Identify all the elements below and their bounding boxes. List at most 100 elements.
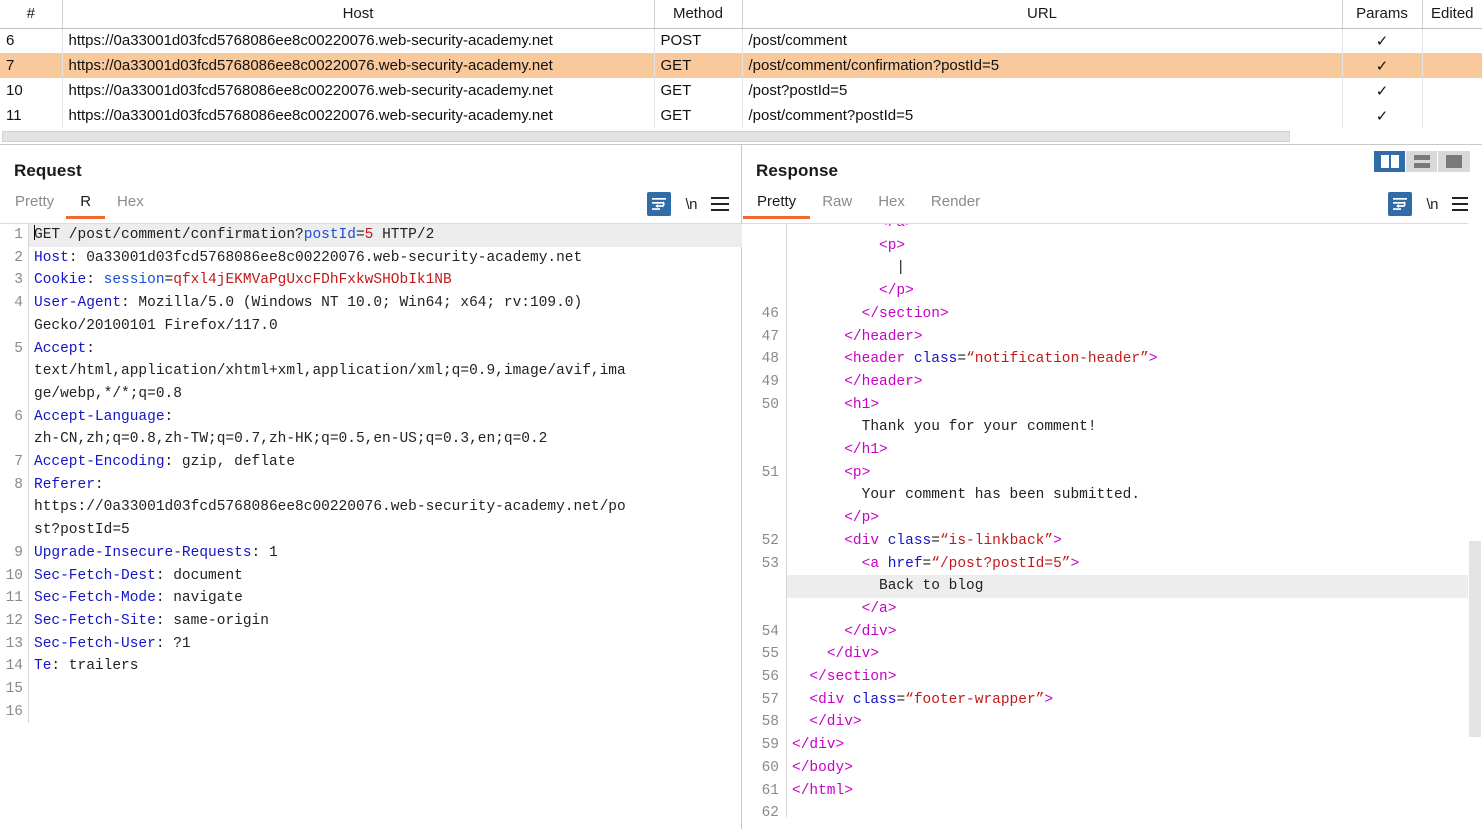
code-token: Accept-Language [34,409,165,425]
layout-side-by-side-button[interactable] [1374,151,1406,172]
code-token: </a> [879,224,914,231]
code-token: > [1044,692,1053,708]
code-token: postId [304,227,356,243]
code-text: </html> [786,780,1482,803]
code-text: st?postId=5 [28,519,742,542]
layout-single-button[interactable] [1438,151,1470,172]
code-token: zh-CN,zh;q=0.8,zh-TW;q=0.7,zh-HK;q=0.5,e… [34,431,547,447]
table-row[interactable]: 7https://0a33001d03fcd5768086ee8c0022007… [0,53,1482,78]
code-token: Host [34,250,69,266]
code-token: GET /post/comment/confirmation? [34,227,304,243]
response-newline-toggle-icon[interactable]: \n [1426,196,1438,213]
code-text: Upgrade-Insecure-Requests: 1 [28,542,742,565]
column-header-host[interactable]: Host [62,0,654,28]
code-line: 10Sec-Fetch-Dest: document [0,565,742,588]
code-line: 1GET /post/comment/confirmation?postId=5… [0,224,742,247]
word-wrap-icon[interactable] [647,192,671,216]
code-token: </h1> [844,442,888,458]
response-vertical-scrollbar-thumb[interactable] [1469,541,1481,737]
request-tab-pretty[interactable]: Pretty [15,190,54,219]
line-number: 61 [742,780,786,803]
code-line: 59</div> [742,734,1482,757]
line-number: 12 [0,610,28,633]
column-header-url[interactable]: URL [742,0,1342,28]
line-number [0,383,28,406]
code-token: Cookie [34,272,86,288]
code-line: 13Sec-Fetch-User: ?1 [0,633,742,656]
line-number: 56 [742,666,786,689]
cell-host: https://0a33001d03fcd5768086ee8c00220076… [62,103,654,128]
code-token: class [888,533,932,549]
line-number: 51 [742,462,786,485]
response-tab-hex[interactable]: Hex [878,190,905,219]
code-token: class [853,692,897,708]
request-editor[interactable]: 1GET /post/comment/confirmation?postId=5… [0,224,742,817]
cell-method: GET [654,53,742,78]
code-text: Back to blog [786,575,1482,598]
code-text: </p> [786,280,1482,303]
code-text: Your comment has been submitted. [786,484,1482,507]
code-text: Host: 0a33001d03fcd5768086ee8c00220076.w… [28,247,742,270]
code-token: “is-linkback” [940,533,1053,549]
code-token: </html> [792,783,853,799]
line-number: 3 [0,269,28,292]
request-tab-hex[interactable]: Hex [117,190,144,219]
code-line: 9Upgrade-Insecure-Requests: 1 [0,542,742,565]
code-text [786,802,1482,817]
line-number: 57 [742,689,786,712]
response-tab-raw[interactable]: Raw [822,190,852,219]
table-row[interactable]: 11https://0a33001d03fcd5768086ee8c002200… [0,103,1482,128]
response-tabbar: Pretty Raw Hex Render [742,190,1482,224]
code-token: Gecko/20100101 Firefox/117.0 [34,318,278,334]
code-text: Gecko/20100101 Firefox/117.0 [28,315,742,338]
code-token: </div> [827,646,879,662]
request-tabbar: Pretty R Hex \n [0,190,741,224]
column-header-num[interactable]: # [0,0,62,28]
code-text: Sec-Fetch-Mode: navigate [28,587,742,610]
line-number: 9 [0,542,28,565]
layout-toggle-group [1374,151,1470,172]
code-text: </div> [786,643,1482,666]
code-line: 11Sec-Fetch-Mode: navigate [0,587,742,610]
column-header-params[interactable]: Params [1342,0,1422,28]
message-editor-panes: Request Pretty R Hex [0,145,1482,829]
response-editor[interactable]: </a> <p> | </p>46 </section>47 </header>… [742,224,1482,817]
code-text: </p> [786,507,1482,530]
line-number: 2 [0,247,28,270]
code-line: </a> [742,224,1482,235]
line-number: 55 [742,643,786,666]
cell-edited [1422,103,1482,128]
line-number: 48 [742,348,786,371]
code-token [792,646,827,662]
newline-toggle-icon[interactable]: \n [685,196,697,213]
history-header-row: # Host Method URL Params Edited [0,0,1482,28]
code-token: </div> [844,624,896,640]
http-history-table[interactable]: # Host Method URL Params Edited 6https:/… [0,0,1482,145]
code-text: Te: trailers [28,655,742,678]
code-line: </p> [742,280,1482,303]
code-token: = [356,227,365,243]
request-menu-icon[interactable] [711,197,729,211]
response-tab-pretty[interactable]: Pretty [757,190,796,219]
code-text: Accept-Language: [28,406,742,429]
code-token: : navigate [156,590,243,606]
request-tab-raw[interactable]: R [80,190,91,219]
table-row[interactable]: 10https://0a33001d03fcd5768086ee8c002200… [0,78,1482,103]
response-tab-render[interactable]: Render [931,190,980,219]
layout-stacked-button[interactable] [1406,151,1438,172]
line-number: 62 [742,802,786,817]
code-token [792,374,844,390]
code-text [28,701,742,724]
code-line: </a> [742,598,1482,621]
history-horizontal-scrollbar-thumb[interactable] [2,131,1290,142]
code-token [792,510,844,526]
column-header-edited[interactable]: Edited [1422,0,1482,28]
table-row[interactable]: 6https://0a33001d03fcd5768086ee8c0022007… [0,28,1482,53]
code-line: 15 [0,678,742,701]
code-line: 52 <div class=“is-linkback”> [742,530,1482,553]
column-header-method[interactable]: Method [654,0,742,28]
code-text: </section> [786,666,1482,689]
code-token: qfxl4jEKMVaPgUxcFDhFxkwSHObIk1NB [173,272,451,288]
code-token: : [165,409,174,425]
response-word-wrap-icon[interactable] [1388,192,1412,216]
